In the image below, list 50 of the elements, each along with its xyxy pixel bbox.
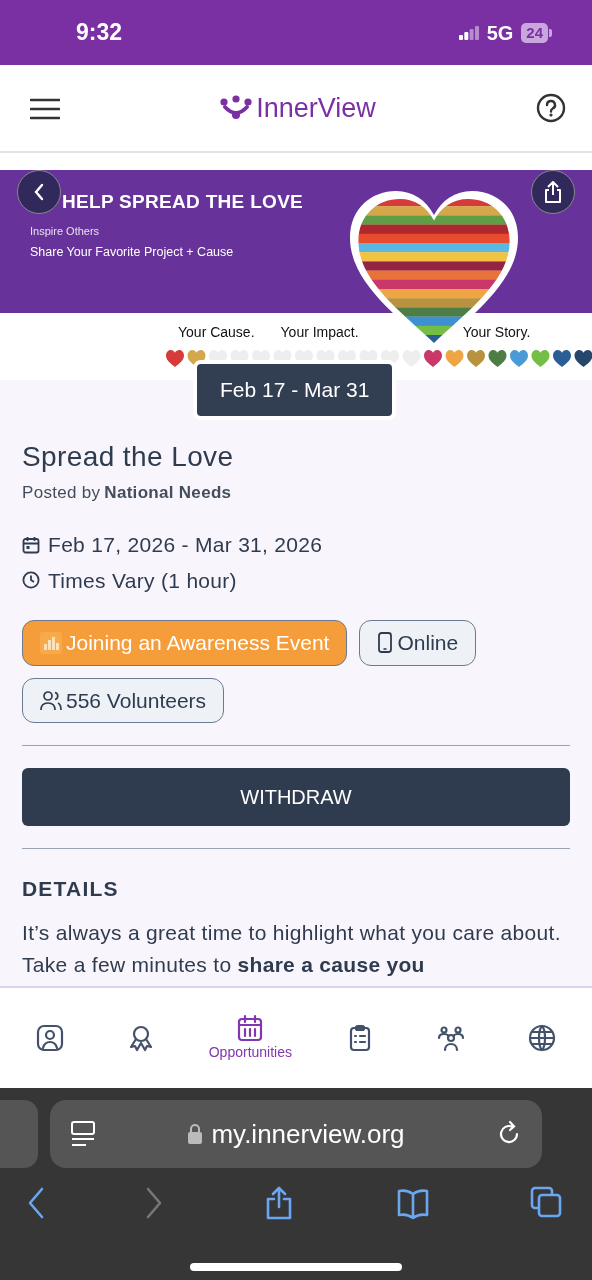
help-icon <box>536 93 566 123</box>
chevron-left-icon <box>28 1186 44 1220</box>
share-icon <box>543 181 563 203</box>
globe-icon <box>527 1024 556 1052</box>
banner-tagline: Your Impact. <box>280 323 359 342</box>
volunteer-count: 556 Volunteers <box>22 677 225 724</box>
clock-time: 9:32 <box>76 18 123 48</box>
clock-icon <box>22 571 40 590</box>
people-icon <box>40 689 62 711</box>
event-type-icon <box>40 631 62 654</box>
banner-text: Share Your Favorite Project + Cause <box>30 244 235 261</box>
phone-icon <box>377 632 394 654</box>
event-dates: Feb 17, 2026 - Mar 31, 2026 <box>48 532 323 559</box>
details-paragraph: It’s always a great time to highlight what you care about. Take a few minutes to share a cause you <box>22 919 562 978</box>
withdraw-button[interactable]: WITHDRAW <box>22 768 570 827</box>
tabs-icon <box>530 1186 562 1220</box>
profile-icon <box>36 1024 64 1052</box>
logo-icon <box>220 95 253 121</box>
menu-button[interactable] <box>30 96 60 120</box>
reader-icon <box>70 1120 96 1148</box>
battery-level: 24 <box>521 22 548 43</box>
banner-tagline: Your Story. <box>462 323 531 342</box>
url-text: my.innerview.org <box>211 1117 405 1151</box>
lock-icon <box>187 1123 204 1145</box>
event-title: Spread the Love <box>22 440 235 474</box>
category-tag: Joining an Awareness Event <box>22 620 348 666</box>
address-bar[interactable]: my.innerview.org <box>50 1100 542 1168</box>
people-group-icon <box>436 1024 465 1052</box>
date-badge: Feb 17 - Mar 31 <box>193 360 397 420</box>
chevron-left-icon <box>33 183 45 201</box>
banner-headline: HELP SPREAD THE LOVE <box>61 190 304 214</box>
section-heading: DETAILS <box>22 876 120 903</box>
book-icon <box>396 1186 429 1220</box>
nav-tab[interactable]: Opportunities <box>202 1013 299 1063</box>
network-label: 5G <box>486 20 514 46</box>
banner-subtitle: Inspire Others <box>30 223 101 239</box>
calendar-icon <box>22 535 40 554</box>
banner-tagline: Your Cause. <box>178 323 255 342</box>
posted-by-label: Posted by <box>22 481 101 504</box>
calendar-icon <box>236 1013 265 1042</box>
signal-icon <box>458 25 479 40</box>
logo-text: InnerView <box>256 91 376 125</box>
organization-name: National Needs <box>104 481 232 504</box>
help-button[interactable] <box>536 93 566 123</box>
menu-icon <box>30 97 60 120</box>
event-times: Times Vary (1 hour) <box>48 567 237 594</box>
nav-label: Opportunities <box>208 1042 292 1062</box>
location-tag: Online <box>359 620 477 666</box>
tab-preview <box>0 1100 38 1168</box>
chevron-right-icon <box>145 1186 162 1220</box>
